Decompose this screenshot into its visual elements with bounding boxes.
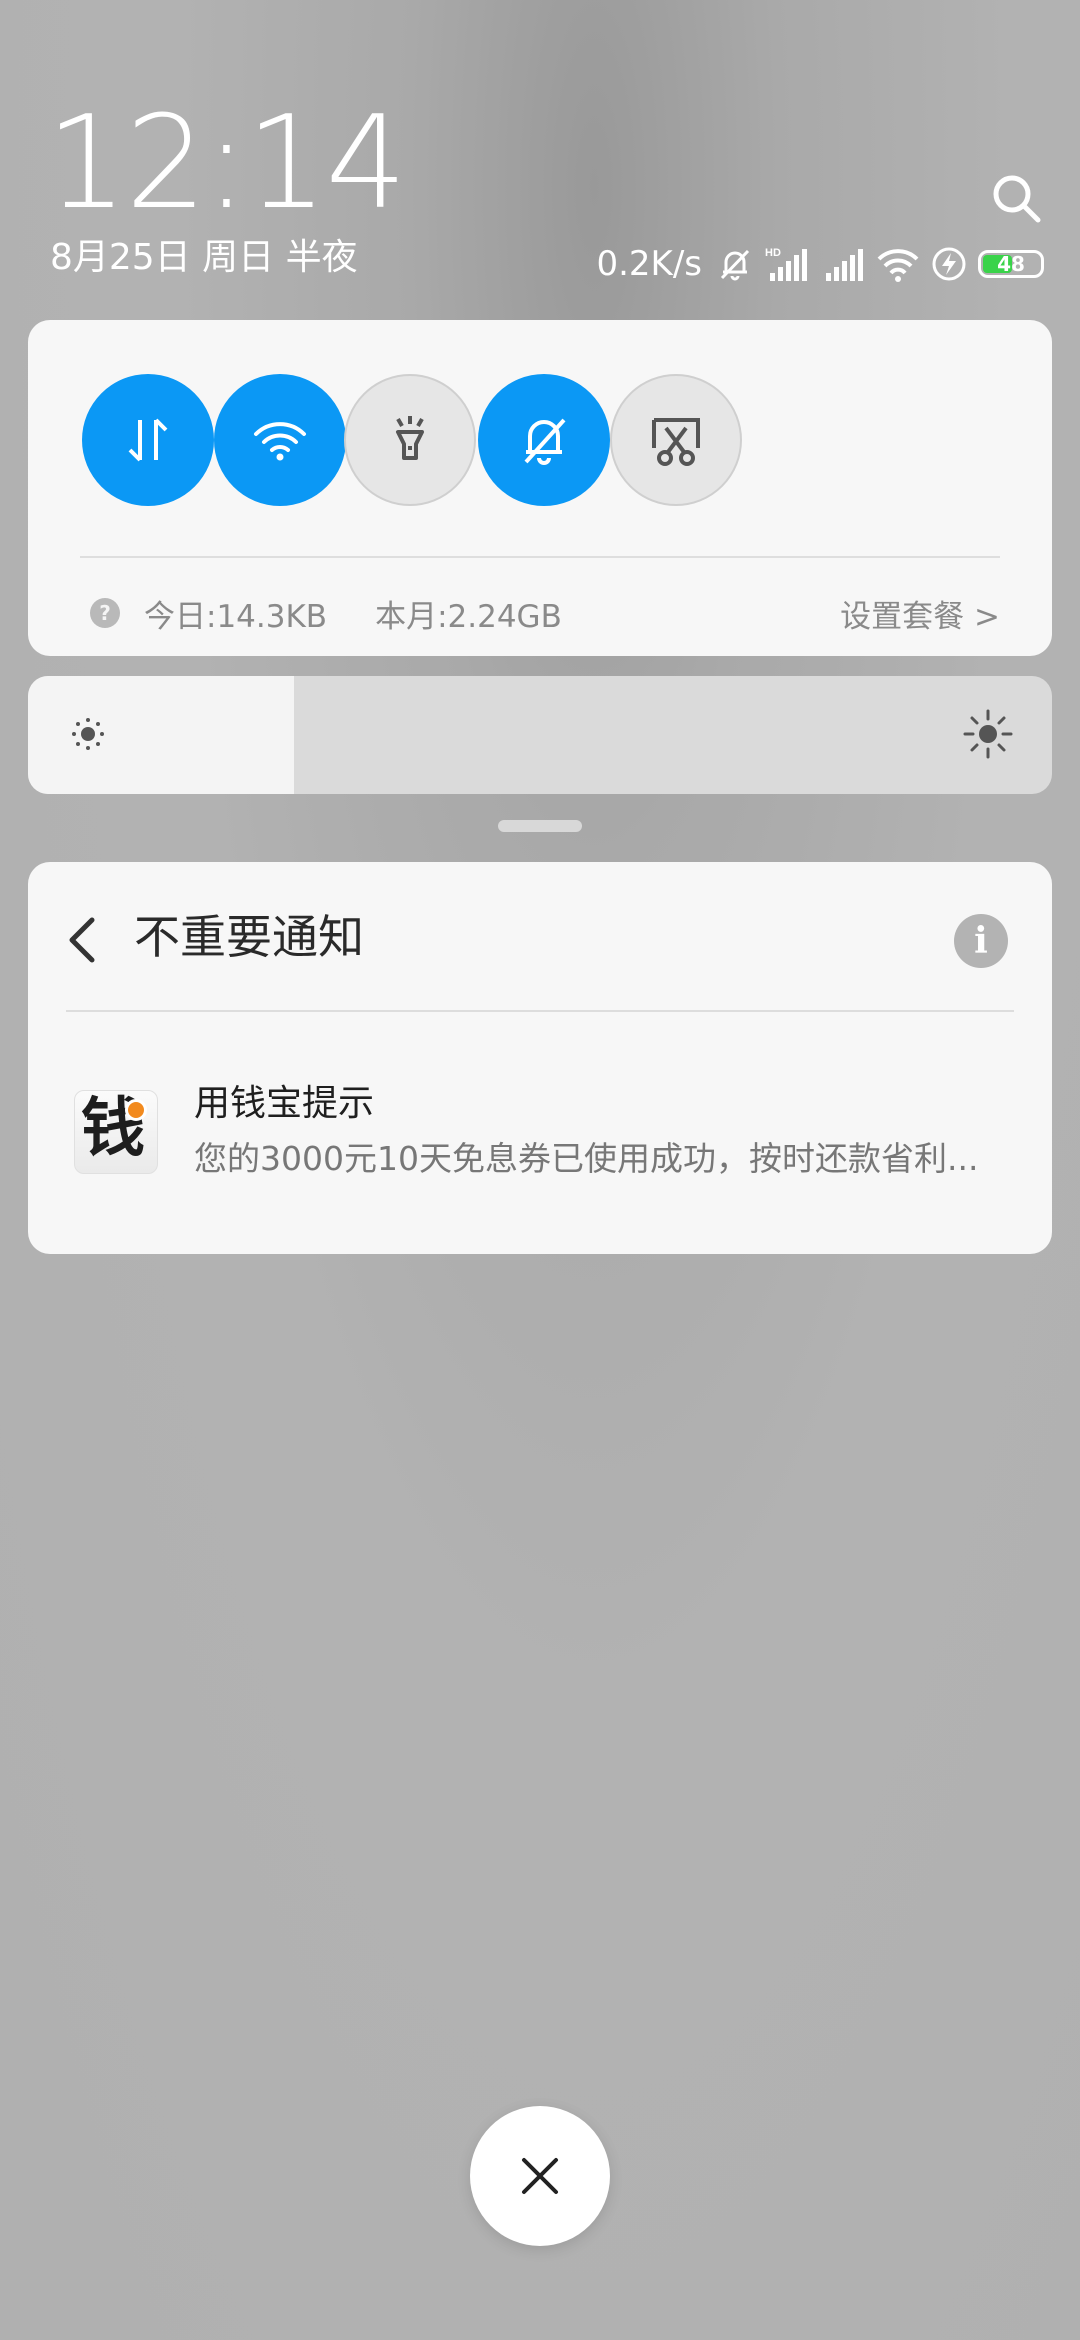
notification-divider	[66, 1010, 1014, 1012]
qs-divider	[80, 556, 1000, 558]
brightness-slider[interactable]	[28, 676, 1052, 794]
notification-app-name: 用钱宝提示	[194, 1083, 375, 1124]
clock-time: 12:14	[46, 89, 407, 238]
net-speed: 0.2K/s	[596, 244, 702, 284]
data-usage-row: ? 今日:14.3KB 本月:2.24GB 设置套餐 >	[90, 588, 1000, 638]
scissors-icon	[652, 418, 700, 466]
help-icon[interactable]: ?	[90, 598, 120, 628]
set-plan-link[interactable]: 设置套餐 >	[840, 591, 1000, 636]
flashlight-icon	[396, 416, 424, 460]
notification-group-title: 不重要通知	[134, 910, 364, 964]
month-usage: 本月:2.24GB	[375, 598, 562, 635]
notification-group-card: 不重要通知 i 钱 用钱宝提示 您的3000元10天免息券已使用成功，按时还款省…	[28, 862, 1052, 1254]
wifi-icon	[254, 422, 306, 461]
toggle-screenshot[interactable]	[610, 374, 742, 506]
notification-text: 您的3000元10天免息券已使用成功，按时还款省利...	[194, 1139, 979, 1178]
brightness-low-icon	[72, 718, 104, 750]
search-icon	[993, 175, 1041, 223]
app-icon-badge	[125, 1099, 147, 1121]
toggle-wifi[interactable]	[214, 374, 346, 506]
mute-bell-icon	[524, 418, 566, 465]
hd-signal-icon: HD	[765, 247, 807, 281]
quick-settings-panel: ? 今日:14.3KB 本月:2.24GB 设置套餐 >	[28, 320, 1052, 656]
svg-text:HD: HD	[765, 247, 781, 259]
signal-icon	[826, 249, 863, 281]
mute-bell-icon	[720, 249, 750, 281]
toggle-flashlight[interactable]	[344, 374, 476, 506]
app-icon: 钱	[74, 1090, 158, 1174]
close-icon	[522, 2158, 558, 2194]
charging-icon	[932, 247, 966, 281]
toggle-silent[interactable]	[478, 374, 610, 506]
clear-notifications-button[interactable]	[470, 2106, 610, 2246]
battery-level: 48	[997, 252, 1025, 276]
today-usage: 今日:14.3KB	[144, 598, 328, 635]
battery-icon: 48	[978, 250, 1044, 278]
date-label: 8月25日 周日 半夜	[50, 237, 358, 278]
info-icon[interactable]: i	[954, 914, 1008, 968]
back-chevron-icon[interactable]	[62, 912, 102, 968]
toggle-mobile-data[interactable]	[82, 374, 214, 506]
brightness-high-icon	[963, 709, 1013, 759]
search-button[interactable]	[988, 170, 1044, 226]
data-arrows-icon	[128, 418, 168, 462]
wifi-icon	[877, 249, 919, 282]
drag-handle[interactable]	[498, 820, 582, 832]
status-bar: 0.2K/s HD 48	[596, 244, 1044, 284]
